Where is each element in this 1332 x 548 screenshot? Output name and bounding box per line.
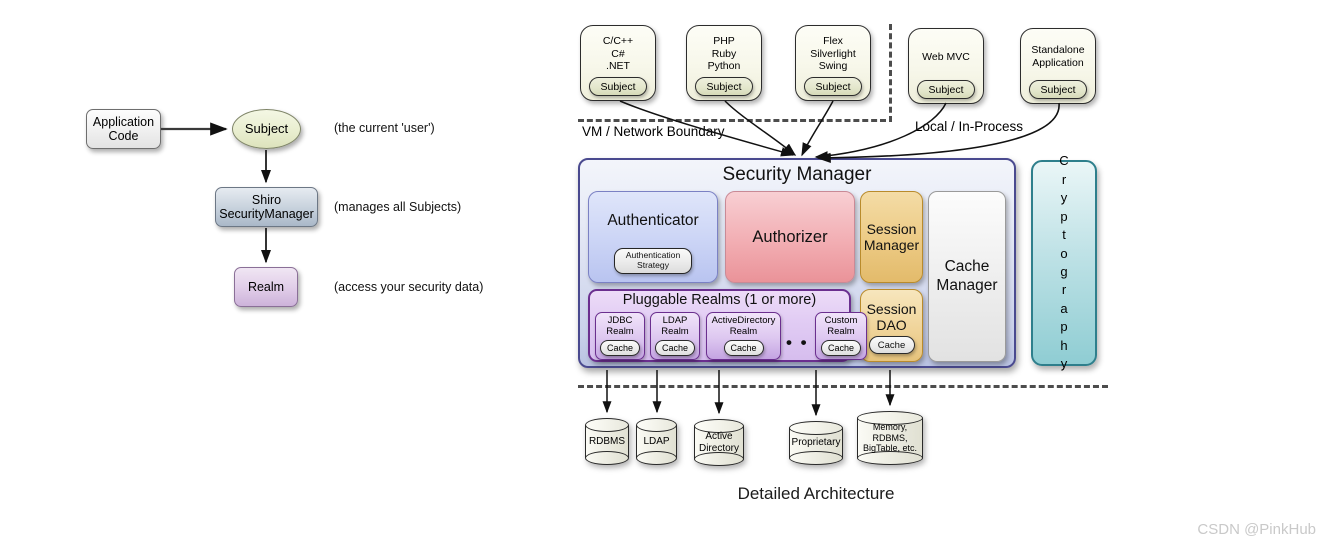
crypto-letter: t bbox=[1062, 227, 1066, 243]
authorizer-label: Authorizer bbox=[752, 227, 828, 246]
vm-network-boundary-label: VM / Network Boundary bbox=[582, 124, 725, 139]
client-scripting: PHP Ruby Python Subject bbox=[686, 25, 762, 101]
diagram-caption: Detailed Architecture bbox=[0, 484, 1332, 504]
crypto-letter: p bbox=[1060, 319, 1068, 335]
datastore-proprietary-label: Proprietary bbox=[791, 437, 841, 449]
session-dao-label: Session DAO bbox=[866, 301, 917, 334]
subject-pill-web-mvc: Subject bbox=[917, 80, 975, 99]
client-web-mvc: Web MVC Subject bbox=[908, 28, 984, 104]
realm-ldap: LDAP Realm Cache bbox=[650, 312, 700, 360]
session-manager-module: Session Manager bbox=[860, 191, 923, 283]
cryptography-module: C r y p t o g r a p h y bbox=[1031, 153, 1097, 371]
realm-ldap-label: LDAP Realm bbox=[661, 315, 689, 337]
authentication-strategy-pill: Authentication Strategy bbox=[614, 248, 692, 274]
arrow-scripting-to-securitymanager bbox=[724, 100, 797, 156]
watermark: CSDN @PinkHub bbox=[1197, 521, 1316, 538]
realm-box: Realm bbox=[234, 267, 298, 307]
crypto-letter: y bbox=[1060, 190, 1068, 206]
diagram-canvas: Application Code Subject Shiro SecurityM… bbox=[0, 0, 1332, 548]
realm-ldap-cache-pill: Cache bbox=[655, 340, 695, 356]
client-rich: Flex Silverlight Swing Subject bbox=[795, 25, 871, 101]
crypto-letter: a bbox=[1060, 300, 1068, 316]
realm-custom-label: Custom Realm bbox=[824, 315, 858, 337]
crypto-letter: p bbox=[1060, 208, 1068, 224]
pluggable-realms-title: Pluggable Realms (1 or more) bbox=[622, 292, 817, 308]
datastore-memory: Memory, RDBMS, BigTable, etc. bbox=[857, 411, 923, 465]
datastore-memory-label: Memory, RDBMS, BigTable, etc. bbox=[862, 422, 918, 454]
datastore-ldap: LDAP bbox=[636, 418, 677, 465]
note-securitymanager: (manages all Subjects) bbox=[334, 200, 462, 214]
crypto-letter: r bbox=[1061, 282, 1067, 298]
crypto-letter: o bbox=[1060, 245, 1068, 261]
arrow-rich-to-securitymanager bbox=[801, 100, 834, 157]
cache-manager-label: Cache Manager bbox=[936, 258, 998, 294]
crypto-letter: h bbox=[1060, 337, 1068, 353]
crypto-letter: y bbox=[1060, 356, 1068, 372]
realm-jdbc-label: JDBC Realm bbox=[606, 315, 634, 337]
session-manager-label: Session Manager bbox=[863, 220, 920, 253]
cache-manager-module: Cache Manager bbox=[928, 191, 1006, 362]
datastore-rdbms: RDBMS bbox=[585, 418, 629, 465]
client-standalone-lines: Standalone Application bbox=[1031, 44, 1085, 69]
subject-pill-native: Subject bbox=[589, 77, 647, 96]
diagram-caption-text: Detailed Architecture bbox=[737, 484, 895, 503]
session-dao-cache-pill: Cache bbox=[868, 336, 915, 354]
shiro-securitymanager-box: Shiro SecurityManager bbox=[215, 187, 318, 227]
authenticator-module: Authenticator Authentication Strategy bbox=[588, 191, 718, 283]
realm-jdbc-cache-pill: Cache bbox=[600, 340, 640, 356]
vm-network-boundary-vline bbox=[889, 24, 892, 122]
security-manager-title: Security Manager bbox=[722, 164, 872, 185]
session-dao-module: Session DAO Cache bbox=[860, 289, 923, 362]
authenticator-label: Authenticator bbox=[607, 212, 699, 229]
client-web-mvc-lines: Web MVC bbox=[922, 50, 970, 63]
datastore-active-directory: Active Directory bbox=[694, 419, 744, 466]
datastore-ldap-label: LDAP bbox=[643, 435, 670, 447]
vm-network-boundary-line bbox=[578, 119, 886, 122]
datastore-boundary-line bbox=[578, 385, 1108, 388]
crypto-letter: C bbox=[1059, 153, 1069, 169]
realm-activedirectory-label: ActiveDirectory Realm bbox=[711, 315, 776, 337]
note-realm: (access your security data) bbox=[334, 280, 484, 294]
realm-custom: Custom Realm Cache bbox=[815, 312, 867, 360]
datastore-active-directory-label: Active Directory bbox=[698, 430, 739, 454]
crypto-letter: r bbox=[1061, 171, 1067, 187]
client-native-lines: C/C++ C# .NET bbox=[602, 34, 634, 73]
subject-node: Subject bbox=[232, 109, 301, 149]
datastore-rdbms-label: RDBMS bbox=[588, 435, 626, 447]
note-subject: (the current 'user') bbox=[334, 121, 435, 135]
subject-pill-rich: Subject bbox=[804, 77, 862, 96]
datastore-proprietary: Proprietary bbox=[789, 421, 843, 465]
client-native: C/C++ C# .NET Subject bbox=[580, 25, 656, 101]
client-standalone: Standalone Application Subject bbox=[1020, 28, 1096, 104]
pluggable-realms-container: Pluggable Realms (1 or more) JDBC Realm … bbox=[588, 289, 867, 362]
realm-jdbc: JDBC Realm Cache bbox=[595, 312, 645, 360]
local-in-process-label: Local / In-Process bbox=[915, 119, 1024, 134]
security-manager-container: Security Manager Authenticator Authentic… bbox=[578, 158, 1016, 368]
client-scripting-lines: PHP Ruby Python bbox=[707, 34, 741, 73]
authorizer-module: Authorizer bbox=[725, 191, 855, 283]
application-code-box: Application Code bbox=[86, 109, 161, 149]
client-rich-lines: Flex Silverlight Swing bbox=[810, 34, 856, 73]
realm-custom-cache-pill: Cache bbox=[821, 340, 861, 356]
realm-activedirectory: ActiveDirectory Realm Cache bbox=[706, 312, 781, 360]
crypto-letter: g bbox=[1060, 264, 1068, 279]
subject-pill-scripting: Subject bbox=[695, 77, 753, 96]
realm-activedirectory-cache-pill: Cache bbox=[723, 340, 764, 356]
subject-pill-standalone: Subject bbox=[1029, 80, 1087, 99]
